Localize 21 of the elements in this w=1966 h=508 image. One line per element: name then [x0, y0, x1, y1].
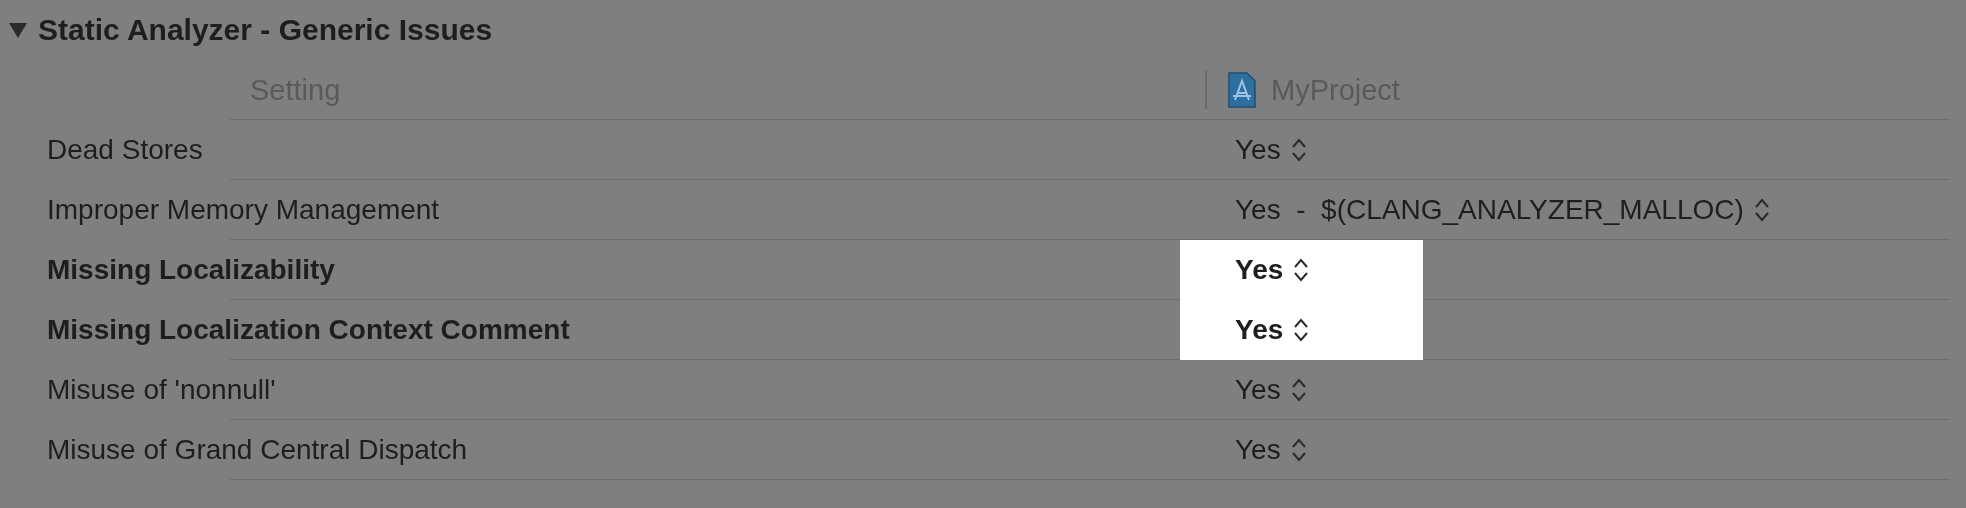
setting-name: Missing Localizability: [46, 254, 335, 286]
setting-value-popup[interactable]: Yes: [1180, 360, 1385, 420]
stepper-icon: [1290, 437, 1307, 463]
stepper-icon: [1293, 317, 1310, 343]
stepper-icon: [1293, 257, 1310, 283]
setting-name: Improper Memory Management: [46, 194, 440, 226]
setting-value-popup[interactable]: Yes - $(CLANG_ANALYZER_MALLOC): [1180, 180, 1770, 240]
stepper-icon: [1290, 137, 1307, 163]
section-title: Static Analyzer - Generic Issues: [38, 13, 493, 47]
stepper-icon: [1290, 377, 1307, 403]
setting-name: Misuse of Grand Central Dispatch: [46, 434, 468, 466]
setting-value-popup[interactable]: Yes: [1180, 420, 1385, 480]
setting-name: Dead Stores: [46, 134, 203, 166]
setting-name: Misuse of 'nonnull': [46, 374, 276, 406]
project-file-icon: [1227, 72, 1257, 108]
disclosure-triangle-icon[interactable]: [8, 21, 28, 39]
setting-value-popup[interactable]: Yes: [1180, 240, 1423, 300]
setting-value-popup[interactable]: Yes: [1180, 120, 1385, 180]
stepper-icon: [1753, 197, 1770, 223]
setting-value-popup[interactable]: Yes: [1180, 300, 1423, 360]
setting-name: Missing Localization Context Comment: [46, 314, 570, 346]
